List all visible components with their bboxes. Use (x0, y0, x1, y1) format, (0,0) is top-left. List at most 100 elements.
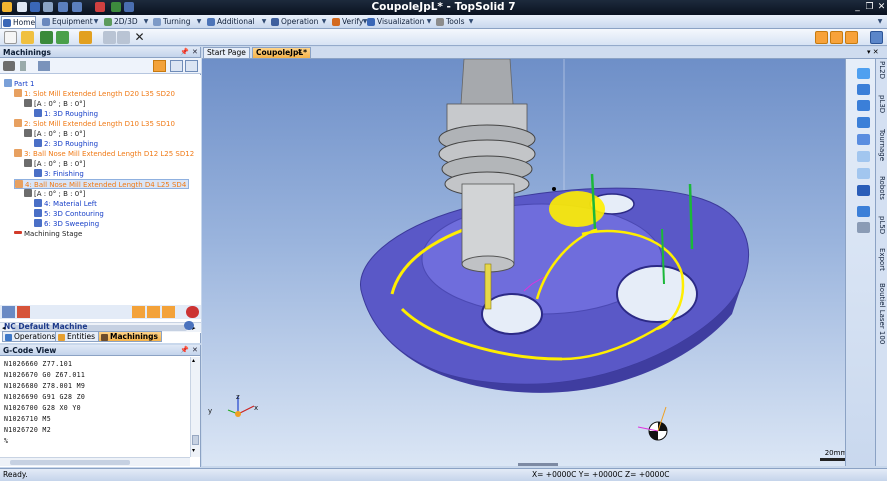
gcode-vscrollbar[interactable]: ▴ ▾ (190, 357, 200, 457)
side-tab-tournage[interactable]: Tournage (876, 129, 887, 161)
operation-dropdown-icon[interactable]: ▼ (321, 18, 327, 25)
tree-node-orientation[interactable]: [A : 0° ; B : 0°] (24, 159, 85, 169)
new-file-icon[interactable] (4, 31, 17, 44)
view-split-icon[interactable] (857, 134, 870, 145)
additional-dropdown-icon[interactable]: ▼ (261, 18, 267, 25)
minimize-button[interactable]: _ (852, 1, 863, 13)
machinings-bottom-toolbar (0, 305, 201, 319)
zoom-in-icon[interactable] (857, 151, 870, 162)
equipment-dropdown-icon[interactable]: ▼ (93, 18, 99, 25)
view-mode-4-icon[interactable] (870, 31, 883, 44)
menu-visualization[interactable]: Visualization (366, 16, 424, 28)
view-cube-icon[interactable] (857, 185, 870, 196)
menu-verify[interactable]: Verify (331, 16, 363, 28)
tab-operations[interactable]: Operations (2, 331, 60, 342)
tools-dropdown-icon[interactable]: ▼ (468, 18, 474, 25)
remove-icon[interactable] (186, 306, 199, 318)
orientation-icon (24, 159, 32, 167)
side-tab-pl5d[interactable]: pL5D (876, 216, 887, 234)
view-pan-icon[interactable] (857, 100, 870, 111)
view-orbit-icon[interactable] (857, 117, 870, 128)
menu-operation[interactable]: Operation (270, 16, 318, 28)
side-tab-export[interactable]: Export (876, 248, 887, 271)
menu-2d3d[interactable]: 2D/3D (103, 16, 138, 28)
restore-button[interactable]: ❐ (864, 1, 875, 13)
library-icon[interactable] (56, 31, 69, 44)
tree-node-tool[interactable]: 3: Ball Nose Mill Extended Length D12 L2… (14, 149, 194, 159)
viewport-hscroll-grip[interactable] (518, 463, 558, 466)
side-tab-boutiel-laser[interactable]: Boutiel Laser 100 (876, 283, 887, 344)
machine-icon[interactable] (38, 61, 50, 71)
side-tab-pl2d[interactable]: PL2D (876, 61, 887, 79)
open-project-icon[interactable] (21, 31, 34, 44)
section-view-icon[interactable] (857, 206, 870, 217)
view-mode-3-icon[interactable] (845, 31, 858, 44)
doc-tab-list-icon[interactable]: ▾ ✕ (867, 47, 879, 58)
copy-icon[interactable] (103, 31, 116, 44)
machining-tool-icon[interactable] (3, 61, 15, 71)
scroll-down-icon[interactable]: ▾ (192, 447, 195, 454)
zoom-window-icon[interactable] (857, 168, 870, 179)
visualization-dropdown-icon[interactable]: ▼ (426, 18, 432, 25)
tree-node-operation[interactable]: 6: 3D Sweeping (34, 219, 99, 229)
menu-equipment[interactable]: Equipment (41, 16, 93, 28)
gcode-hscroll-thumb[interactable] (10, 460, 130, 465)
tree-node-stage[interactable]: Machining Stage (14, 229, 82, 239)
menu-home[interactable]: Home (1, 16, 36, 28)
tab-machinings[interactable]: Machinings (98, 331, 162, 342)
2d3d-dropdown-icon[interactable]: ▼ (143, 18, 149, 25)
machine-info-icon[interactable] (184, 321, 194, 330)
3d-viewport[interactable]: x y z 20mm (202, 58, 852, 466)
favorites-icon[interactable] (79, 31, 92, 44)
side-tab-pl3d[interactable]: pL3D (876, 95, 887, 113)
scroll-up-icon[interactable]: ▴ (192, 357, 195, 364)
delete-icon[interactable]: ✕ (133, 31, 146, 44)
paste-icon[interactable] (117, 31, 130, 44)
simulate-icon[interactable] (147, 306, 160, 318)
measure-icon[interactable] (857, 222, 870, 233)
panel-close-icon[interactable]: ✕ (192, 47, 198, 58)
menu-additional[interactable]: Additional (206, 16, 255, 28)
cutting-tool (484, 263, 492, 310)
machine-setup-icon[interactable] (2, 306, 15, 318)
verify-toolpath-icon[interactable] (162, 306, 175, 318)
sort-icon[interactable] (153, 60, 166, 72)
gcode-pin-icon[interactable]: 📌 (180, 345, 189, 356)
tree-node-orientation[interactable]: [A : 0° ; B : 0°] (24, 99, 85, 109)
doc-tab-close-icon[interactable]: ✕ (297, 47, 303, 58)
tree-node-operation[interactable]: 1: 3D Roughing (34, 109, 98, 119)
tree-node-operation[interactable]: 3: Finishing (34, 169, 84, 179)
tree-node-tool[interactable]: 1: Slot Mill Extended Length D20 L35 SD2… (14, 89, 175, 99)
gcode-hscrollbar[interactable] (0, 457, 190, 466)
close-button[interactable]: ✕ (876, 1, 887, 13)
view-rotate-icon[interactable] (857, 84, 870, 95)
side-tab-robots[interactable]: Robots (876, 176, 887, 200)
tab-start-page[interactable]: Start Page (203, 47, 250, 58)
tree-node-operation[interactable]: 5: 3D Contouring (34, 209, 104, 219)
ribbon-collapse-icon[interactable]: ▼ (877, 18, 883, 25)
tree-node-part[interactable]: Part 1 (4, 79, 35, 89)
list-view-icon[interactable] (170, 60, 183, 72)
tool-path-icon[interactable] (132, 306, 145, 318)
tree-node-orientation[interactable]: [A : 0° ; B : 0°] (24, 129, 85, 139)
orientation-glyph (637, 406, 668, 441)
gcode-close-icon[interactable]: ✕ (192, 345, 198, 356)
spindle-icon[interactable] (20, 61, 26, 71)
tree-node-tool-selected[interactable]: 4: Ball Nose Mill Extended Length D4 L25… (14, 179, 190, 189)
gcode-scroll-thumb[interactable] (192, 435, 199, 445)
stock-icon[interactable] (17, 306, 30, 318)
view-mode-2-icon[interactable] (830, 31, 843, 44)
tree-node-tool[interactable]: 2: Slot Mill Extended Length D10 L35 SD1… (14, 119, 175, 129)
tree-node-operation[interactable]: 4: Material Left (34, 199, 97, 209)
tree-node-operation[interactable]: 2: 3D Roughing (34, 139, 98, 149)
tree-node-orientation[interactable]: [A : 0° ; B : 0°] (24, 189, 85, 199)
tab-entities[interactable]: Entities (55, 331, 100, 342)
menu-tools[interactable]: Tools (435, 16, 464, 28)
pin-icon[interactable]: 📌 (180, 47, 189, 58)
add-part-icon[interactable] (40, 31, 53, 44)
grid-view-icon[interactable] (185, 60, 198, 72)
view-mode-1-icon[interactable] (815, 31, 828, 44)
view-front-icon[interactable] (857, 68, 870, 79)
turning-dropdown-icon[interactable]: ▼ (196, 18, 202, 25)
menu-turning[interactable]: Turning (152, 16, 191, 28)
